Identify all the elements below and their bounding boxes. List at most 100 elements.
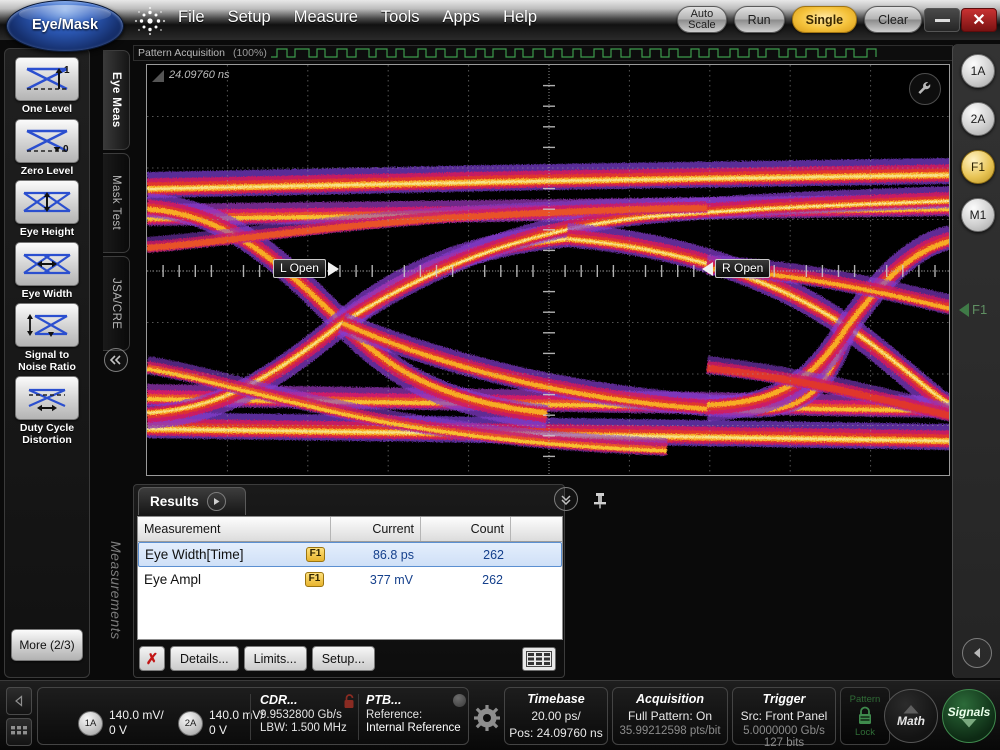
measurements-side-label: Measurements <box>103 510 129 670</box>
results-collapse-button[interactable] <box>554 487 580 513</box>
menu-item-tools[interactable]: Tools <box>381 8 420 27</box>
sidebar-collapse-button[interactable] <box>103 345 129 375</box>
marker-r-open-label: R Open <box>715 259 770 278</box>
sidebar-item-duty-cycle-distortion[interactable]: Duty Cycle Distortion <box>11 376 83 446</box>
svg-text:1: 1 <box>64 65 70 76</box>
channel-button-f1[interactable]: F1 <box>961 150 995 184</box>
results-table-header: Measurement Current Count <box>138 517 562 542</box>
vendor-starburst-icon <box>133 6 167 36</box>
marker-r-open[interactable]: R Open <box>702 259 770 278</box>
cdr-lbw: LBW: 1.500 MHz <box>260 721 354 734</box>
results-layout-button[interactable] <box>522 647 556 671</box>
results-tab[interactable]: Results <box>138 487 246 515</box>
tab-eye-meas[interactable]: Eye Meas <box>103 50 130 150</box>
menu-item-help[interactable]: Help <box>503 8 537 27</box>
sidebar-item-eye-height[interactable]: Eye Height <box>11 180 83 239</box>
auto-scale-button[interactable]: Auto Scale <box>677 6 727 33</box>
tab-label-eye-meas: Eye Meas <box>110 72 122 128</box>
channel-settings-button[interactable] <box>472 703 502 733</box>
pin-icon[interactable] <box>592 491 608 509</box>
sidebar-item-eye-width[interactable]: Eye Width <box>11 242 83 301</box>
nav-prev-button[interactable] <box>6 687 32 715</box>
measurements-text: Measurements <box>108 541 124 640</box>
column-header-spacer <box>511 517 562 541</box>
channel-1a-status[interactable]: 1A 140.0 mV/ 0 V <box>78 708 164 738</box>
menu-item-file[interactable]: File <box>178 8 205 27</box>
rail-prev-button[interactable] <box>962 638 992 668</box>
channel-button-1a[interactable]: 1A <box>961 54 995 88</box>
keypad-button[interactable] <box>6 718 32 746</box>
results-action-buttons: ✗ Details... Limits... Setup... <box>139 646 375 671</box>
results-play-icon[interactable] <box>207 492 226 511</box>
more-measurements-button[interactable]: More (2/3) <box>11 629 83 661</box>
sidebar-label-eye-height: Eye Height <box>20 227 74 239</box>
signals-knob[interactable]: Signals <box>942 689 996 743</box>
results-table[interactable]: Measurement Current Count Eye Width[Time… <box>137 516 563 640</box>
grid-layout-icon <box>526 651 552 667</box>
clear-results-button[interactable]: ✗ <box>139 646 165 671</box>
results-tab-label: Results <box>150 494 199 509</box>
tab-label-jsa-cre: JSA/CRE <box>110 278 122 329</box>
channel-1a-values: 140.0 mV/ 0 V <box>109 708 164 738</box>
math-knob[interactable]: Math <box>884 689 938 743</box>
column-header-current: Current <box>331 517 421 541</box>
channel-marker-triangle-icon <box>959 303 969 317</box>
unlock-icon <box>343 694 356 709</box>
minimize-button[interactable] <box>924 8 960 32</box>
ptb-status[interactable]: PTB... Reference: Internal Reference <box>366 693 466 734</box>
setup-button[interactable]: Setup... <box>312 646 375 671</box>
sidebar-item-one-level[interactable]: 1 One Level <box>11 57 83 116</box>
tab-mask-test[interactable]: Mask Test <box>103 153 130 253</box>
menu-item-apps[interactable]: Apps <box>442 8 480 27</box>
cdr-status[interactable]: CDR... 9.9532800 Gb/s LBW: 1.500 MHz <box>260 693 354 734</box>
marker-l-open[interactable]: L Open <box>273 259 339 278</box>
row-current-value: 86.8 ps <box>332 548 422 562</box>
row-source-badge: F1 <box>299 547 332 562</box>
channel-1a-pill: 1A <box>78 711 103 736</box>
timebase-scale: 20.00 ps/ <box>505 706 607 723</box>
marker-l-open-arrow-icon <box>328 262 339 276</box>
gear-icon <box>474 705 500 731</box>
channel-rail: 1A 2A F1 M1 F1 <box>952 44 1000 678</box>
triangle-left-icon <box>962 638 992 668</box>
limits-button[interactable]: Limits... <box>244 646 307 671</box>
lock-icon <box>856 706 874 726</box>
divider <box>358 694 359 740</box>
sidebar-label-duty-cycle: Duty Cycle Distortion <box>11 423 83 446</box>
ptb-status-led <box>453 694 466 707</box>
column-header-measurement: Measurement <box>138 517 331 541</box>
pattern-lock-indicator[interactable]: Pattern Lock <box>840 687 890 745</box>
acquisition-title: Acquisition <box>613 688 727 706</box>
sidebar-item-zero-level[interactable]: 0 Zero Level <box>11 119 83 178</box>
sidebar-item-signal-to-noise-ratio[interactable]: Signal to Noise Ratio <box>11 303 83 373</box>
close-button[interactable]: ✕ <box>961 8 997 32</box>
menu-item-setup[interactable]: Setup <box>228 8 271 27</box>
cdr-rate: 9.9532800 Gb/s <box>260 707 354 721</box>
eye-width-icon <box>15 242 79 286</box>
app-logo-badge[interactable]: Eye/Mask <box>6 0 124 52</box>
channel-button-2a[interactable]: 2A <box>961 102 995 136</box>
run-button[interactable]: Run <box>734 6 785 33</box>
tab-jsa-cre[interactable]: JSA/CRE <box>103 256 130 351</box>
scope-timestamp: 24.09760 ns <box>169 69 230 81</box>
clear-button[interactable]: Clear <box>864 6 922 33</box>
scope-tools-button[interactable] <box>909 73 941 105</box>
menu-item-measure[interactable]: Measure <box>294 8 358 27</box>
table-row[interactable]: Eye Width[Time] F1 86.8 ps 262 <box>138 542 562 567</box>
details-button[interactable]: Details... <box>170 646 239 671</box>
triangle-down-icon <box>961 719 977 728</box>
timebase-card[interactable]: Timebase 20.00 ps/ Pos: 24.09760 ns <box>504 687 608 745</box>
channel-2a-scale: 140.0 mV/ <box>209 708 264 723</box>
keypad-icon <box>11 726 27 738</box>
sidebar-label-zero-level: Zero Level <box>21 166 74 178</box>
trigger-card[interactable]: Trigger Src: Front Panel 5.0000000 Gb/s … <box>732 687 836 745</box>
channel-marker-label: F1 <box>972 302 987 317</box>
channel-status-card: 1A 140.0 mV/ 0 V 2A 140.0 mV/ 0 V CDR...… <box>37 687 469 745</box>
acquisition-card[interactable]: Acquisition Full Pattern: On 35.99212598… <box>612 687 728 745</box>
eye-diagram-display[interactable]: 24.09760 ns <box>146 64 950 476</box>
row-measurement-name: Eye Width[Time] <box>139 547 299 562</box>
table-row[interactable]: Eye Ampl F1 377 mV 262 <box>138 567 562 592</box>
analysis-mode-tabs: Eye Meas Mask Test JSA/CRE <box>103 50 130 380</box>
channel-button-m1[interactable]: M1 <box>961 198 995 232</box>
single-button[interactable]: Single <box>792 6 858 33</box>
